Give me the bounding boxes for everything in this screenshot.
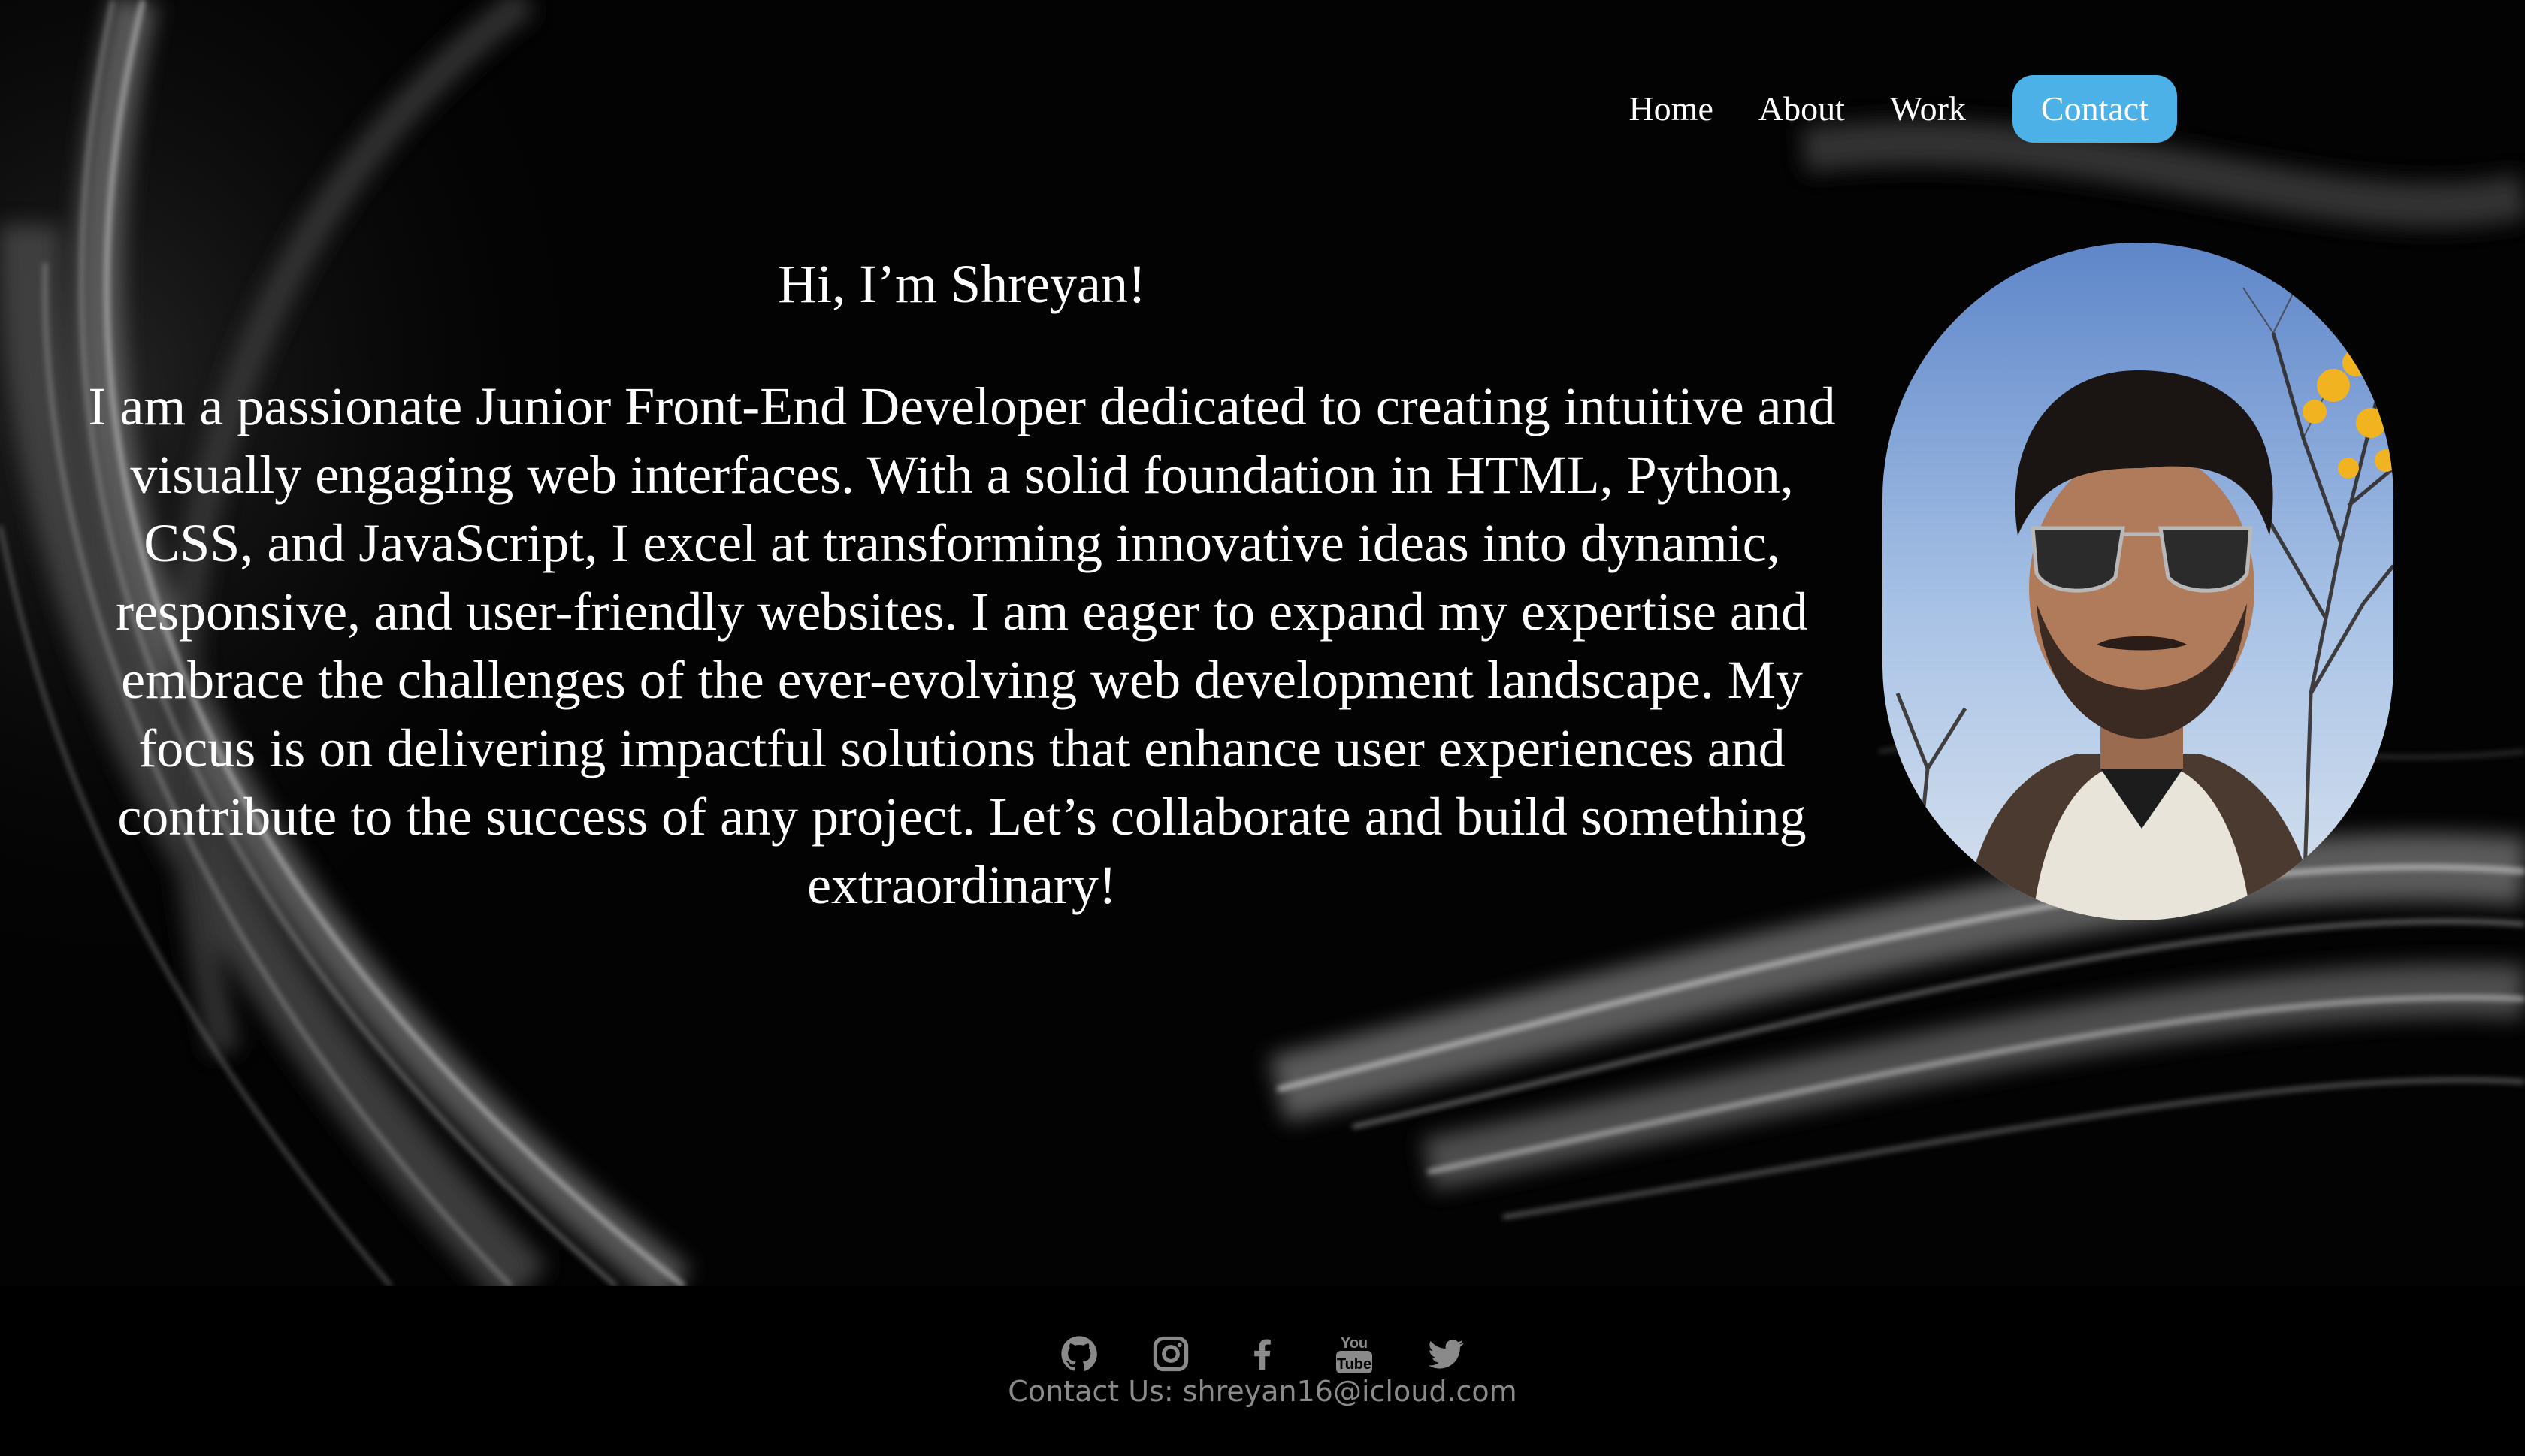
nav-about-link[interactable]: About bbox=[1758, 92, 1845, 126]
nav-work-link[interactable]: Work bbox=[1890, 92, 1966, 126]
nav-home-link[interactable]: Home bbox=[1628, 92, 1713, 126]
social-links: You Tube bbox=[0, 1331, 2525, 1376]
bio-paragraph: I am a passionate Junior Front-End Devel… bbox=[88, 376, 1836, 916]
footer: You Tube Contact Us: shreyan16@icloud.co… bbox=[0, 1286, 2525, 1456]
profile-photo bbox=[1882, 243, 2393, 920]
svg-text:Tube: Tube bbox=[1337, 1356, 1371, 1373]
main-nav: Home About Work Contact bbox=[1583, 75, 2177, 143]
greeting-heading: Hi, I’m Shreyan! bbox=[778, 254, 1146, 314]
github-icon[interactable] bbox=[1057, 1331, 1102, 1376]
nav-contact-button[interactable]: Contact bbox=[2012, 75, 2177, 143]
instagram-icon[interactable] bbox=[1148, 1331, 1193, 1376]
contact-email-text: Contact Us: shreyan16@icloud.com bbox=[1008, 1375, 1517, 1408]
svg-text:You: You bbox=[1341, 1335, 1368, 1352]
youtube-icon[interactable]: You Tube bbox=[1332, 1331, 1377, 1376]
profile-photo-illustration bbox=[1882, 243, 2393, 920]
intro-section: Hi, I’m Shreyan! I am a passionate Junio… bbox=[75, 252, 1849, 920]
hero-section: Home About Work Contact Hi, I’m Shreyan!… bbox=[0, 0, 2525, 1286]
facebook-icon[interactable] bbox=[1240, 1331, 1285, 1376]
twitter-icon[interactable] bbox=[1423, 1331, 1468, 1376]
